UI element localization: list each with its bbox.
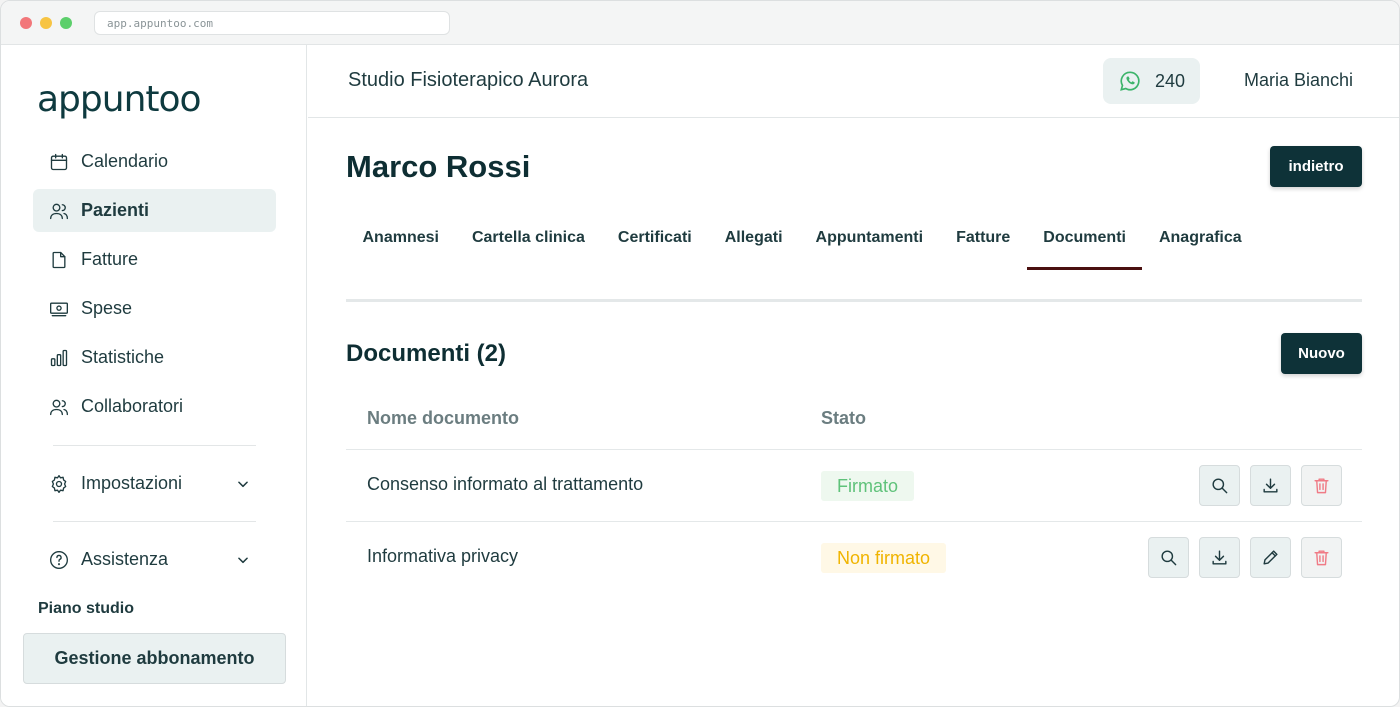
column-header-name: Nome documento: [367, 408, 520, 428]
tab-appuntamenti[interactable]: Appuntamenti: [799, 213, 940, 270]
patient-tabs: Anamnesi Cartella clinica Certificati Al…: [346, 213, 1258, 273]
tab-certificati[interactable]: Certificati: [601, 213, 708, 270]
whatsapp-credits-button[interactable]: 240: [1103, 58, 1200, 104]
section-title: Documenti (2): [346, 340, 507, 367]
calendar-icon: [50, 153, 68, 170]
page-title: Marco Rossi: [346, 149, 531, 184]
sidebar-item-assistenza[interactable]: Assistenza: [33, 538, 276, 581]
gear-icon: [51, 474, 67, 493]
search-icon: [1212, 478, 1228, 494]
minimize-window-button[interactable]: [40, 17, 52, 29]
sidebar-item-label: Collaboratori: [81, 396, 184, 416]
edit-document-button[interactable]: [1250, 537, 1291, 578]
delete-document-button[interactable]: [1301, 465, 1342, 506]
sidebar-item-label: Fatture: [81, 249, 139, 269]
status-badge: Firmato: [821, 471, 915, 501]
trash-icon: [1314, 550, 1329, 566]
trash-icon: [1314, 478, 1329, 494]
sidebar-item-label: Pazienti: [81, 200, 150, 220]
sidebar-divider: [53, 445, 256, 446]
status-badge: Non firmato: [821, 543, 947, 573]
tab-documenti[interactable]: Documenti: [1026, 213, 1143, 270]
sidebar: appuntoo Calendario Pazienti Fatture Spe…: [1, 45, 307, 706]
chevron-down-icon: [238, 480, 248, 487]
tab-fatture[interactable]: Fatture: [940, 213, 1027, 270]
sidebar-divider: [53, 521, 256, 522]
manage-subscription-button[interactable]: Gestione abbonamento: [23, 633, 286, 684]
pencil-icon: [1263, 550, 1278, 565]
main-content: Marco Rossi indietro Anamnesi Cartella c…: [308, 119, 1399, 706]
view-document-button[interactable]: [1148, 537, 1189, 578]
whatsapp-icon: [1120, 71, 1140, 91]
plan-title: Piano studio: [38, 600, 134, 617]
documents-table: Nome documento Stato Consenso informato …: [346, 387, 1362, 594]
app-logo[interactable]: appuntoo: [37, 79, 202, 120]
studio-name: Studio Fisioterapico Aurora: [348, 69, 589, 91]
tabs-divider: [346, 299, 1362, 302]
sidebar-item-pazienti[interactable]: Pazienti: [33, 189, 276, 232]
whatsapp-count: 240: [1155, 70, 1186, 91]
search-icon: [1161, 550, 1177, 566]
download-icon: [1212, 550, 1227, 565]
document-name: Consenso informato al trattamento: [367, 474, 644, 494]
file-icon: [52, 251, 66, 268]
tab-anamnesi[interactable]: Anamnesi: [346, 213, 455, 270]
table-header: Nome documento Stato: [346, 387, 1362, 450]
tab-anagrafica[interactable]: Anagrafica: [1142, 213, 1258, 270]
sidebar-item-label: Spese: [81, 298, 133, 318]
column-header-status: Stato: [821, 408, 866, 428]
table-row: Consenso informato al trattamento Firmat…: [346, 450, 1362, 522]
money-icon: [50, 302, 68, 316]
delete-document-button[interactable]: [1301, 537, 1342, 578]
row-actions: [1199, 465, 1342, 506]
close-window-button[interactable]: [20, 17, 32, 29]
sidebar-item-statistiche[interactable]: Statistiche: [33, 336, 276, 379]
view-document-button[interactable]: [1199, 465, 1240, 506]
users-icon: [50, 399, 69, 415]
sidebar-item-fatture[interactable]: Fatture: [33, 238, 276, 281]
sidebar-item-collaboratori[interactable]: Collaboratori: [33, 385, 276, 428]
sidebar-item-spese[interactable]: Spese: [33, 287, 276, 330]
question-icon: [50, 550, 68, 569]
sidebar-item-impostazioni[interactable]: Impostazioni: [33, 462, 276, 505]
top-bar: Studio Fisioterapico Aurora 240 Maria Bi…: [308, 45, 1399, 118]
download-document-button[interactable]: [1250, 465, 1291, 506]
row-actions: [1148, 537, 1342, 578]
browser-titlebar: app.appuntoo.com: [1, 1, 1399, 45]
sidebar-item-label: Assistenza: [81, 549, 169, 569]
sidebar-item-label: Impostazioni: [81, 473, 183, 493]
sidebar-item-label: Statistiche: [81, 347, 165, 367]
browser-window: app.appuntoo.com appuntoo Calendario Paz…: [0, 0, 1400, 707]
address-bar[interactable]: app.appuntoo.com: [94, 11, 450, 35]
maximize-window-button[interactable]: [60, 17, 72, 29]
download-icon: [1263, 478, 1278, 493]
sidebar-item-calendario[interactable]: Calendario: [33, 140, 276, 183]
download-document-button[interactable]: [1199, 537, 1240, 578]
tab-allegati[interactable]: Allegati: [708, 213, 799, 270]
table-row: Informativa privacy Non firmato: [346, 522, 1362, 594]
bar-chart-icon: [50, 349, 68, 366]
document-name: Informativa privacy: [367, 546, 519, 566]
users-icon: [50, 203, 69, 219]
back-button[interactable]: indietro: [1270, 146, 1362, 187]
tab-cartella-clinica[interactable]: Cartella clinica: [455, 213, 601, 270]
sidebar-item-label: Calendario: [81, 151, 169, 171]
chevron-down-icon: [238, 556, 248, 563]
new-document-button[interactable]: Nuovo: [1281, 333, 1362, 374]
user-menu[interactable]: Maria Bianchi: [1244, 70, 1353, 91]
